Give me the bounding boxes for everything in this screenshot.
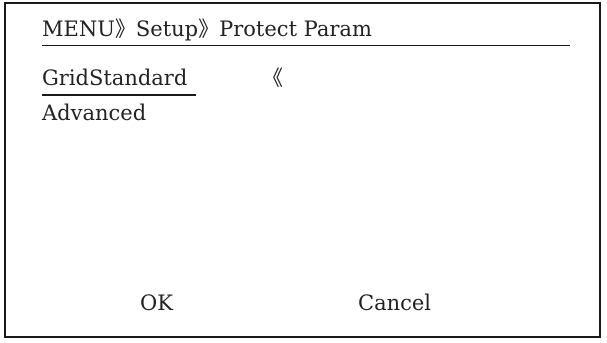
menu-item-advanced[interactable]: Advanced	[42, 100, 146, 126]
selection-cursor-icon: 《	[262, 66, 283, 90]
menu-item-grid-standard[interactable]: GridStandard	[42, 65, 187, 91]
ok-button[interactable]: OK	[140, 290, 173, 316]
header-divider	[42, 45, 570, 46]
breadcrumb: MENU》Setup》Protect Param	[42, 17, 372, 41]
cancel-button[interactable]: Cancel	[358, 290, 431, 316]
device-screen: MENU》Setup》Protect Param GridStandard 《 …	[4, 2, 601, 338]
selection-underline	[42, 94, 196, 96]
